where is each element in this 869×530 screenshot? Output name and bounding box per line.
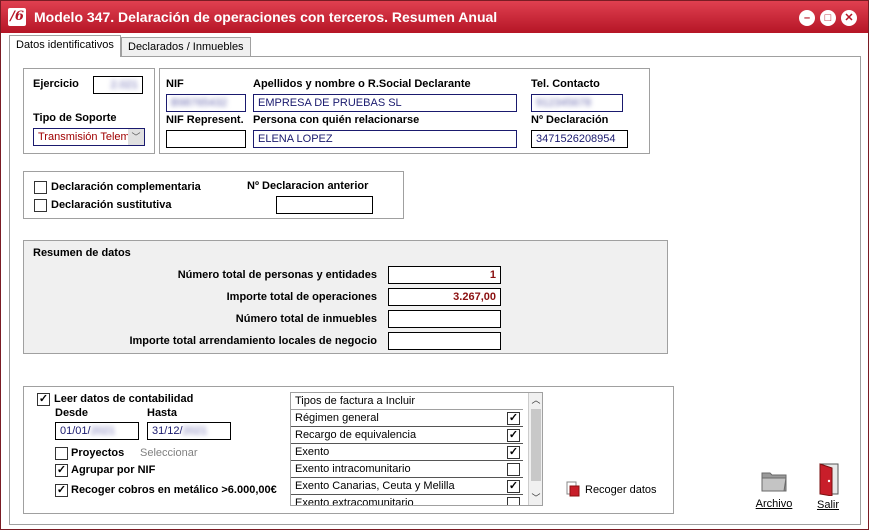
recoger-cobros-label: Recoger cobros en metálico >6.000,00€ (71, 484, 277, 496)
nif-field[interactable]: B98765432 (166, 94, 246, 112)
contabilidad-group: Leer datos de contabilidad Desde 01/01/2… (23, 386, 674, 514)
scroll-up-icon[interactable]: ︿ (529, 393, 542, 407)
ejercicio-group: Ejercicio 2.021 Tipo de Soporte Transmis… (23, 68, 155, 154)
maximize-button[interactable]: □ (820, 10, 836, 26)
leer-contabilidad-label: Leer datos de contabilidad (54, 393, 194, 405)
tel-field[interactable]: 912345678 (531, 94, 623, 112)
archivo-button[interactable]: Archivo (754, 465, 794, 510)
list-item[interactable]: Exento intracomunitario (291, 461, 523, 478)
title-bar[interactable]: /6 Modelo 347. Delaración de operaciones… (1, 1, 868, 33)
ejercicio-field[interactable]: 2.021 (93, 76, 143, 94)
tipo-exento-extracom-checkbox[interactable] (507, 497, 520, 505)
close-button[interactable]: ✕ (841, 10, 857, 26)
resumen-group: Resumen de datos Número total de persona… (23, 240, 668, 354)
razon-label: Apellidos y nombre o R.Social Declarante (253, 78, 471, 90)
agrupar-nif-label: Agrupar por NIF (71, 464, 156, 476)
nif-label: NIF (166, 78, 184, 90)
soporte-select[interactable]: Transmisión Telem ﹀ (33, 128, 145, 146)
proyectos-checkbox[interactable] (55, 447, 68, 460)
desde-field[interactable]: 01/01/2021 (55, 422, 139, 440)
list-item[interactable]: Exento extracomunitario (291, 495, 523, 505)
seleccionar-link[interactable]: Seleccionar (140, 447, 197, 459)
tipo-regimen-general-checkbox[interactable] (507, 412, 520, 425)
chevron-down-icon[interactable]: ﹀ (128, 129, 144, 145)
decl-anterior-label: Nº Declaracion anterior (247, 180, 369, 192)
resumen-row-label: Importe total de operaciones (226, 291, 377, 303)
resumen-row-value: 3.267,00 (388, 288, 501, 306)
scroll-down-icon[interactable]: ﹀ (529, 491, 542, 505)
recoger-cobros-checkbox[interactable] (55, 484, 68, 497)
complementaria-checkbox[interactable] (34, 181, 47, 194)
tipos-factura-header: Tipos de factura a Incluir (291, 393, 523, 410)
desde-label: Desde (55, 407, 89, 419)
list-item[interactable]: Régimen general (291, 410, 523, 427)
tipo-exento-checkbox[interactable] (507, 446, 520, 459)
main-window: /6 Modelo 347. Delaración de operaciones… (0, 0, 869, 530)
resumen-row-label: Número total de inmuebles (235, 313, 377, 325)
resumen-title: Resumen de datos (33, 247, 131, 259)
complementaria-group: Declaración complementaria Declaración s… (23, 171, 404, 219)
resumen-row-label: Importe total arrendamiento locales de n… (129, 335, 377, 347)
list-scrollbar[interactable]: ︿ ﹀ (528, 393, 542, 505)
num-declaracion-field[interactable]: 3471526208954 (531, 130, 628, 148)
decl-anterior-field[interactable] (276, 196, 373, 214)
declarante-group: NIF B98765432 Apellidos y nombre o R.Soc… (159, 68, 650, 154)
exit-door-icon (819, 463, 839, 497)
archivo-label: Archivo (755, 498, 793, 510)
nif-represent-field[interactable] (166, 130, 246, 148)
recoger-datos-button[interactable]: Recoger datos (585, 484, 657, 496)
sustitutiva-checkbox[interactable] (34, 199, 47, 212)
folder-icon (761, 472, 787, 492)
nif-represent-label: NIF Represent. (166, 114, 244, 126)
tipos-factura-list[interactable]: Tipos de factura a Incluir Régimen gener… (290, 392, 543, 506)
agrupar-nif-checkbox[interactable] (55, 464, 68, 477)
persona-field[interactable]: ELENA LOPEZ (253, 130, 517, 148)
resumen-row-value (388, 310, 501, 328)
proyectos-label: Proyectos (71, 447, 125, 459)
tab-panel: Ejercicio 2.021 Tipo de Soporte Transmis… (9, 56, 861, 525)
minimize-button[interactable]: – (799, 10, 815, 26)
persona-label: Persona con quién relacionarse (253, 114, 420, 126)
hasta-label: Hasta (147, 407, 177, 419)
list-item[interactable]: Exento (291, 444, 523, 461)
resumen-row-value (388, 332, 501, 350)
razon-field[interactable]: EMPRESA DE PRUEBAS SL (253, 94, 517, 112)
leer-contabilidad-checkbox[interactable] (37, 393, 50, 406)
tab-declarados-inmuebles[interactable]: Declarados / Inmuebles (121, 37, 251, 57)
ejercicio-label: Ejercicio (33, 78, 79, 90)
salir-button[interactable]: Salir (810, 462, 846, 511)
resumen-row-value: 1 (388, 266, 501, 284)
window-title: Modelo 347. Delaración de operaciones co… (34, 9, 498, 25)
salir-label: Salir (816, 499, 839, 511)
tipo-exento-canarias-checkbox[interactable] (507, 480, 520, 493)
tipo-exento-intracom-checkbox[interactable] (507, 463, 520, 476)
resumen-row-label: Número total de personas y entidades (177, 269, 377, 281)
tel-label: Tel. Contacto (531, 78, 600, 90)
recoger-datos-icon[interactable] (566, 481, 580, 497)
tipo-recargo-checkbox[interactable] (507, 429, 520, 442)
sustitutiva-label: Declaración sustitutiva (51, 199, 172, 211)
list-item[interactable]: Recargo de equivalencia (291, 427, 523, 444)
app-logo-icon: /6 (8, 8, 26, 26)
hasta-field[interactable]: 31/12/2021 (147, 422, 231, 440)
tab-datos-identificativos[interactable]: Datos identificativos (9, 35, 121, 57)
complementaria-label: Declaración complementaria (51, 181, 201, 193)
num-declaracion-label: Nº Declaración (531, 114, 609, 126)
list-item[interactable]: Exento Canarias, Ceuta y Melilla (291, 478, 523, 495)
soporte-label: Tipo de Soporte (33, 112, 117, 124)
scroll-thumb[interactable] (531, 409, 541, 481)
